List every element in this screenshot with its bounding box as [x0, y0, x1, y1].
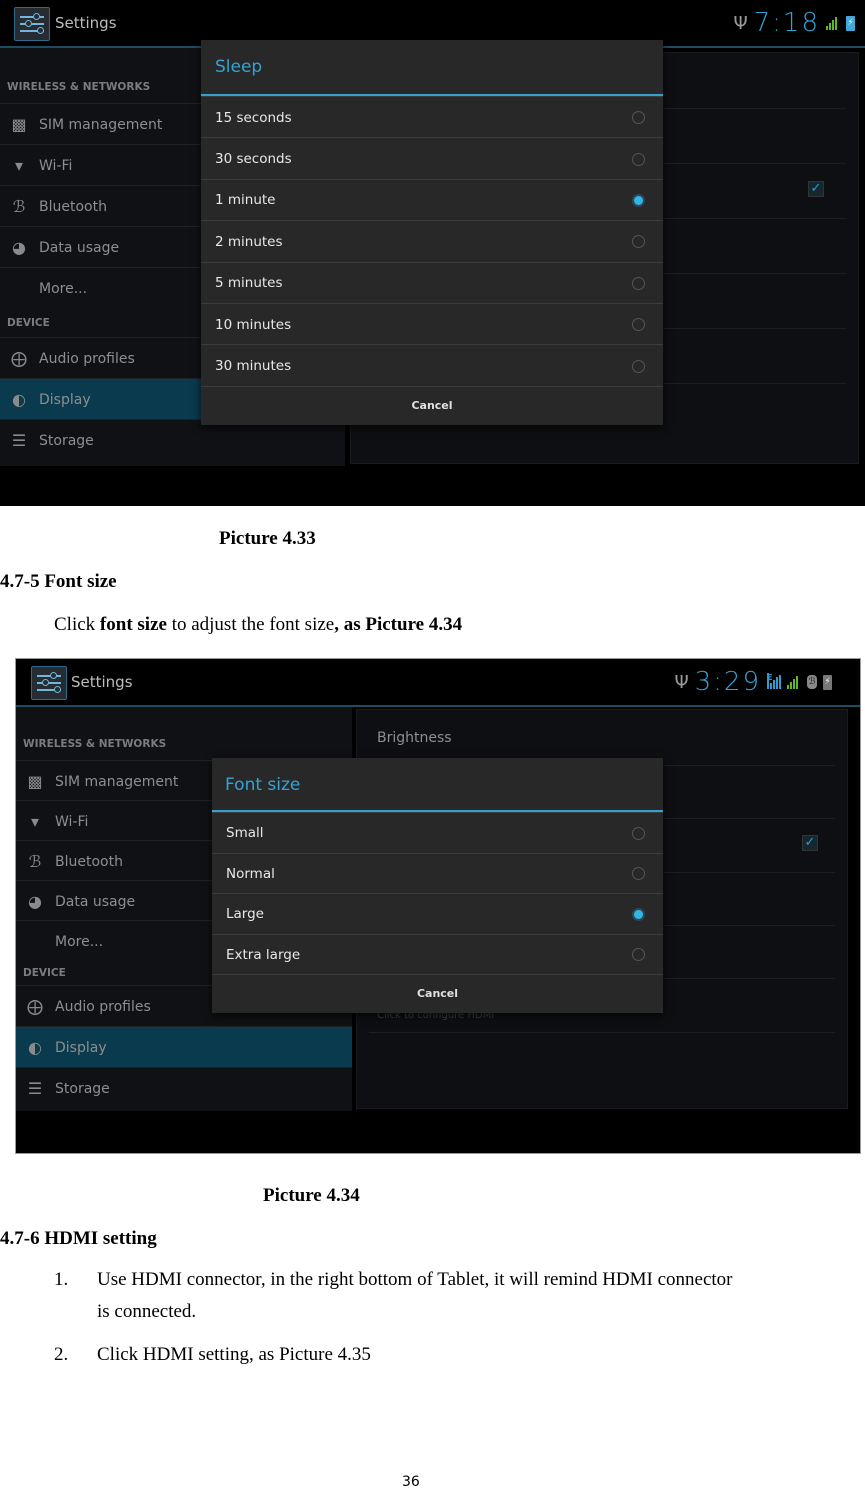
caption-picture-4-33: Picture 4.33: [219, 528, 316, 549]
dialog-option[interactable]: 30 minutes: [201, 344, 663, 386]
status-bar: Ψ 3:29 E ℬ ⚡: [674, 667, 832, 697]
screenshot-sleep-dialog: Settings Ψ 7:18 ⚡ WIRELESS & NETWORKS ▩ …: [0, 0, 865, 506]
radio-unselected-icon[interactable]: [632, 152, 645, 166]
data-usage-icon: ◕: [28, 892, 42, 911]
status-bar: Ψ 7:18 ⚡: [733, 8, 855, 38]
dialog-option[interactable]: 15 seconds: [201, 96, 663, 138]
radio-unselected-icon[interactable]: [632, 948, 645, 962]
cancel-button[interactable]: Cancel: [201, 386, 663, 425]
navigation-bar: [0, 466, 865, 506]
dialog-option[interactable]: 1 minute: [201, 178, 663, 221]
storage-icon: ☰: [11, 431, 27, 450]
option-label: 1 minute: [215, 192, 276, 209]
caption-picture-4-34: Picture 4.34: [263, 1185, 360, 1206]
settings-app-icon[interactable]: [14, 7, 50, 41]
heading-hdmi-setting: 4.7-6 HDMI setting: [0, 1228, 157, 1249]
dialog-title: Font size: [225, 775, 301, 795]
option-label: Small: [226, 825, 264, 842]
battery-charging-icon: ⚡: [846, 15, 855, 31]
battery-charging-icon: ⚡: [823, 674, 832, 690]
list-number: 2.: [54, 1344, 69, 1365]
list-item-text-cont: is connected.: [97, 1301, 197, 1322]
section-header-device: DEVICE: [7, 317, 50, 329]
data-signal-icon: E: [767, 673, 781, 689]
option-label: Large: [226, 906, 264, 923]
clock: 7:18: [753, 8, 820, 38]
radio-unselected-icon[interactable]: [632, 826, 645, 840]
app-title: Settings: [71, 673, 133, 691]
data-usage-icon: ◕: [12, 238, 26, 257]
option-label: 30 minutes: [215, 358, 292, 375]
app-title: Settings: [55, 14, 117, 32]
dialog-option[interactable]: 5 minutes: [201, 261, 663, 304]
radio-unselected-icon[interactable]: [632, 235, 645, 249]
storage-icon: ☰: [27, 1079, 43, 1098]
checkbox-checked[interactable]: ✓: [808, 181, 824, 197]
section-header-wireless: WIRELESS & NETWORKS: [7, 81, 151, 93]
radio-selected-icon[interactable]: [632, 907, 645, 921]
display-icon: ◐: [28, 1038, 42, 1057]
sidebar-item-storage[interactable]: ☰ Storage: [16, 1067, 352, 1109]
sidebar-item-storage[interactable]: ☰ Storage: [0, 419, 345, 461]
cancel-button[interactable]: Cancel: [212, 974, 663, 1013]
page-number: 36: [402, 1474, 420, 1490]
dialog-option[interactable]: Normal: [212, 852, 663, 895]
clock: 3:29: [694, 667, 761, 697]
dialog-option[interactable]: 10 minutes: [201, 303, 663, 345]
radio-unselected-icon[interactable]: [632, 276, 645, 290]
radio-unselected-icon[interactable]: [632, 359, 645, 373]
list-number: 1.: [54, 1269, 69, 1290]
bluetooth-icon: ℬ: [807, 675, 817, 689]
signal-icon: [787, 675, 801, 689]
sidebar-item-display[interactable]: ◐ Display: [16, 1026, 352, 1068]
dialog-title: Sleep: [215, 57, 263, 77]
checkbox-checked[interactable]: ✓: [802, 835, 818, 851]
paragraph-font-size: Click font size to adjust the font size,…: [54, 614, 463, 635]
heading-font-size: 4.7-5 Font size: [0, 571, 117, 592]
dialog-option[interactable]: Small: [212, 812, 663, 854]
section-header-wireless: WIRELESS & NETWORKS: [23, 738, 167, 750]
display-icon: ◐: [12, 390, 26, 409]
sim-icon: ▩: [11, 115, 27, 134]
radio-selected-icon[interactable]: [632, 193, 645, 207]
bluetooth-icon: ℬ: [28, 852, 42, 871]
sim-icon: ▩: [27, 772, 43, 791]
sleep-dialog: Sleep 15 seconds 30 seconds 1 minute 2 minu…: [201, 40, 663, 425]
bluetooth-icon: ℬ: [12, 197, 26, 216]
list-item-text: Click HDMI setting, as Picture 4.35: [97, 1344, 371, 1365]
usb-icon: Ψ: [733, 12, 748, 34]
signal-icon: [826, 16, 840, 30]
usb-icon: Ψ: [674, 671, 689, 693]
option-label: 30 seconds: [215, 151, 292, 168]
dialog-option[interactable]: 30 seconds: [201, 137, 663, 179]
wifi-icon: ▾: [14, 156, 24, 175]
option-label: Normal: [226, 865, 275, 882]
option-label: 2 minutes: [215, 233, 283, 250]
radio-unselected-icon[interactable]: [632, 867, 645, 881]
dialog-option[interactable]: Large: [212, 893, 663, 935]
list-item-text: Use HDMI connector, in the right bottom …: [97, 1269, 733, 1290]
option-label: Extra large: [226, 946, 301, 963]
option-label: 15 seconds: [215, 109, 292, 126]
wifi-icon: ▾: [30, 812, 40, 831]
dialog-option[interactable]: 2 minutes: [201, 220, 663, 262]
navigation-bar: [16, 1111, 860, 1153]
option-label: 10 minutes: [215, 316, 292, 333]
action-bar: Settings Ψ 3:29 E ℬ ⚡: [16, 659, 860, 707]
audio-profiles-icon: ⨁: [27, 997, 43, 1016]
brightness-setting[interactable]: Brightness: [377, 730, 452, 746]
audio-profiles-icon: ⨁: [11, 349, 27, 368]
option-label: 5 minutes: [215, 275, 283, 292]
radio-unselected-icon[interactable]: [632, 111, 645, 125]
settings-app-icon[interactable]: [31, 666, 67, 700]
font-size-dialog: Font size Small Normal Large Extra large Ca…: [212, 758, 663, 1013]
radio-unselected-icon[interactable]: [632, 318, 645, 332]
section-header-device: DEVICE: [23, 967, 66, 979]
screenshot-font-size-dialog: Settings Ψ 3:29 E ℬ ⚡ WIRELESS & NETWORK…: [15, 658, 861, 1154]
dialog-option[interactable]: Extra large: [212, 933, 663, 976]
